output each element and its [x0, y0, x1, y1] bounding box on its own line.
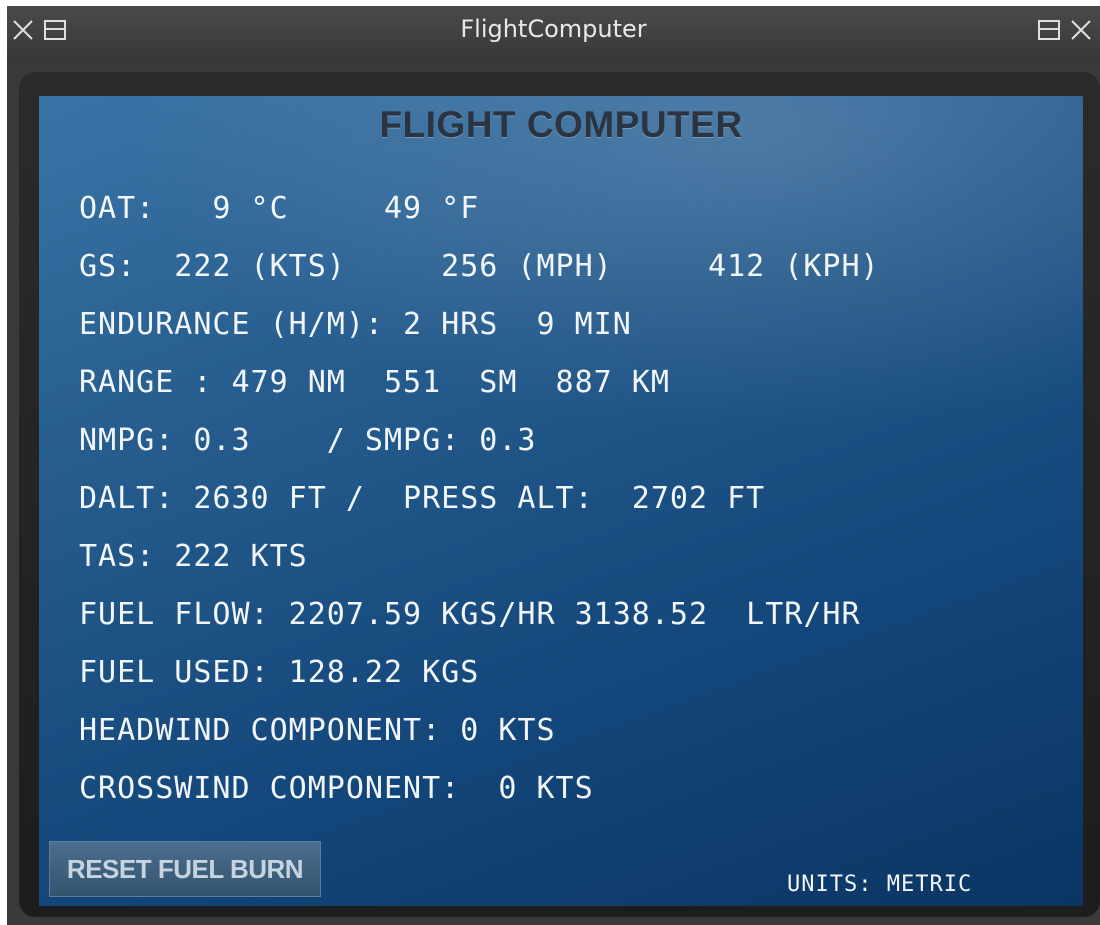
close-icon[interactable] — [1067, 16, 1095, 44]
window-title: FlightComputer — [460, 15, 647, 43]
reset-fuel-burn-button[interactable]: RESET FUEL BURN — [49, 841, 321, 897]
endurance-readout: ENDURANCE (H/M): 2 HRS 9 MIN — [79, 307, 632, 342]
mpg-readout: NMPG: 0.3 / SMPG: 0.3 — [79, 423, 537, 458]
headwind-readout: HEADWIND COMPONENT: 0 KTS — [79, 713, 556, 748]
units-label: UNITS: METRIC — [787, 872, 973, 897]
flight-computer-window: FlightComputer FLIGHT COMPUTER OAT: 9 °C… — [7, 6, 1100, 925]
range-readout: RANGE : 479 NM 551 SM 887 KM — [79, 365, 670, 400]
window-titlebar[interactable]: FlightComputer — [7, 6, 1100, 62]
display-screen: FLIGHT COMPUTER OAT: 9 °C 49 °F GS: 222 … — [39, 96, 1083, 906]
groundspeed-readout: GS: 222 (KTS) 256 (MPH) 412 (KPH) — [79, 249, 880, 284]
altitude-readout: DALT: 2630 FT / PRESS ALT: 2702 FT — [79, 481, 766, 516]
tas-readout: TAS: 222 KTS — [79, 539, 308, 574]
popout-icon[interactable] — [1035, 16, 1063, 44]
oat-readout: OAT: 9 °C 49 °F — [79, 191, 480, 226]
fuel-used-readout: FUEL USED: 128.22 KGS — [79, 655, 480, 690]
panel-heading: FLIGHT COMPUTER — [379, 104, 743, 145]
crosswind-readout: CROSSWIND COMPONENT: 0 KTS — [79, 771, 594, 806]
fuel-flow-readout: FUEL FLOW: 2207.59 KGS/HR 3138.52 LTR/HR — [79, 597, 861, 632]
